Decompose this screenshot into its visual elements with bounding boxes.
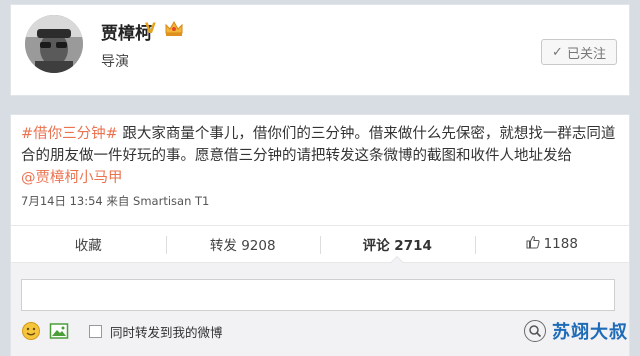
check-icon: ✓ (552, 44, 563, 60)
watermark: 苏翊大叔 (524, 318, 628, 344)
user-title: 导演 (101, 54, 129, 70)
smiley-icon[interactable] (21, 321, 41, 341)
hashtag-link[interactable]: #借你三分钟# (21, 126, 118, 142)
collect-label: 收藏 (74, 238, 102, 254)
vip-crown-icon (163, 19, 185, 39)
comment-input[interactable] (21, 279, 615, 311)
like-count: 1188 (543, 236, 578, 252)
like-button[interactable]: 1188 (474, 226, 630, 262)
thumbs-up-icon (526, 235, 540, 253)
composer-toolbar: 同时转发到我的微博 (21, 321, 223, 341)
comment-label: 评论 2714 (362, 238, 432, 254)
comment-button[interactable]: 评论 2714 (320, 226, 475, 263)
repost-button[interactable]: 转发 9208 (165, 226, 321, 262)
profile-card: 贾樟柯 V 导演 ✓ 已关注 (10, 4, 630, 96)
image-icon[interactable] (49, 321, 69, 341)
follow-button[interactable]: ✓ 已关注 (541, 39, 617, 65)
verified-badge-icon: V (145, 21, 156, 37)
action-bar: 收藏 转发 9208 评论 2714 1188 (11, 225, 629, 263)
avatar[interactable] (25, 15, 83, 73)
follow-button-label: 已关注 (566, 46, 606, 62)
repost-label: 转发 9208 (209, 238, 276, 254)
mention-link[interactable]: @贾樟柯小马甲 (21, 170, 123, 186)
watermark-text: 苏翊大叔 (552, 322, 628, 343)
post-meta: 7月14日 13:54 来自 Smartisan T1 (21, 194, 210, 208)
wechat-search-icon (524, 320, 546, 342)
also-repost-label: 同时转发到我的微博 (110, 324, 223, 340)
active-tab-caret (390, 256, 405, 263)
collect-button[interactable]: 收藏 (11, 226, 166, 262)
post-text: #借你三分钟# 跟大家商量个事儿，借你们的三分钟。借来做什么先保密，就想找一群志… (21, 123, 621, 189)
also-repost-checkbox[interactable] (89, 324, 102, 338)
